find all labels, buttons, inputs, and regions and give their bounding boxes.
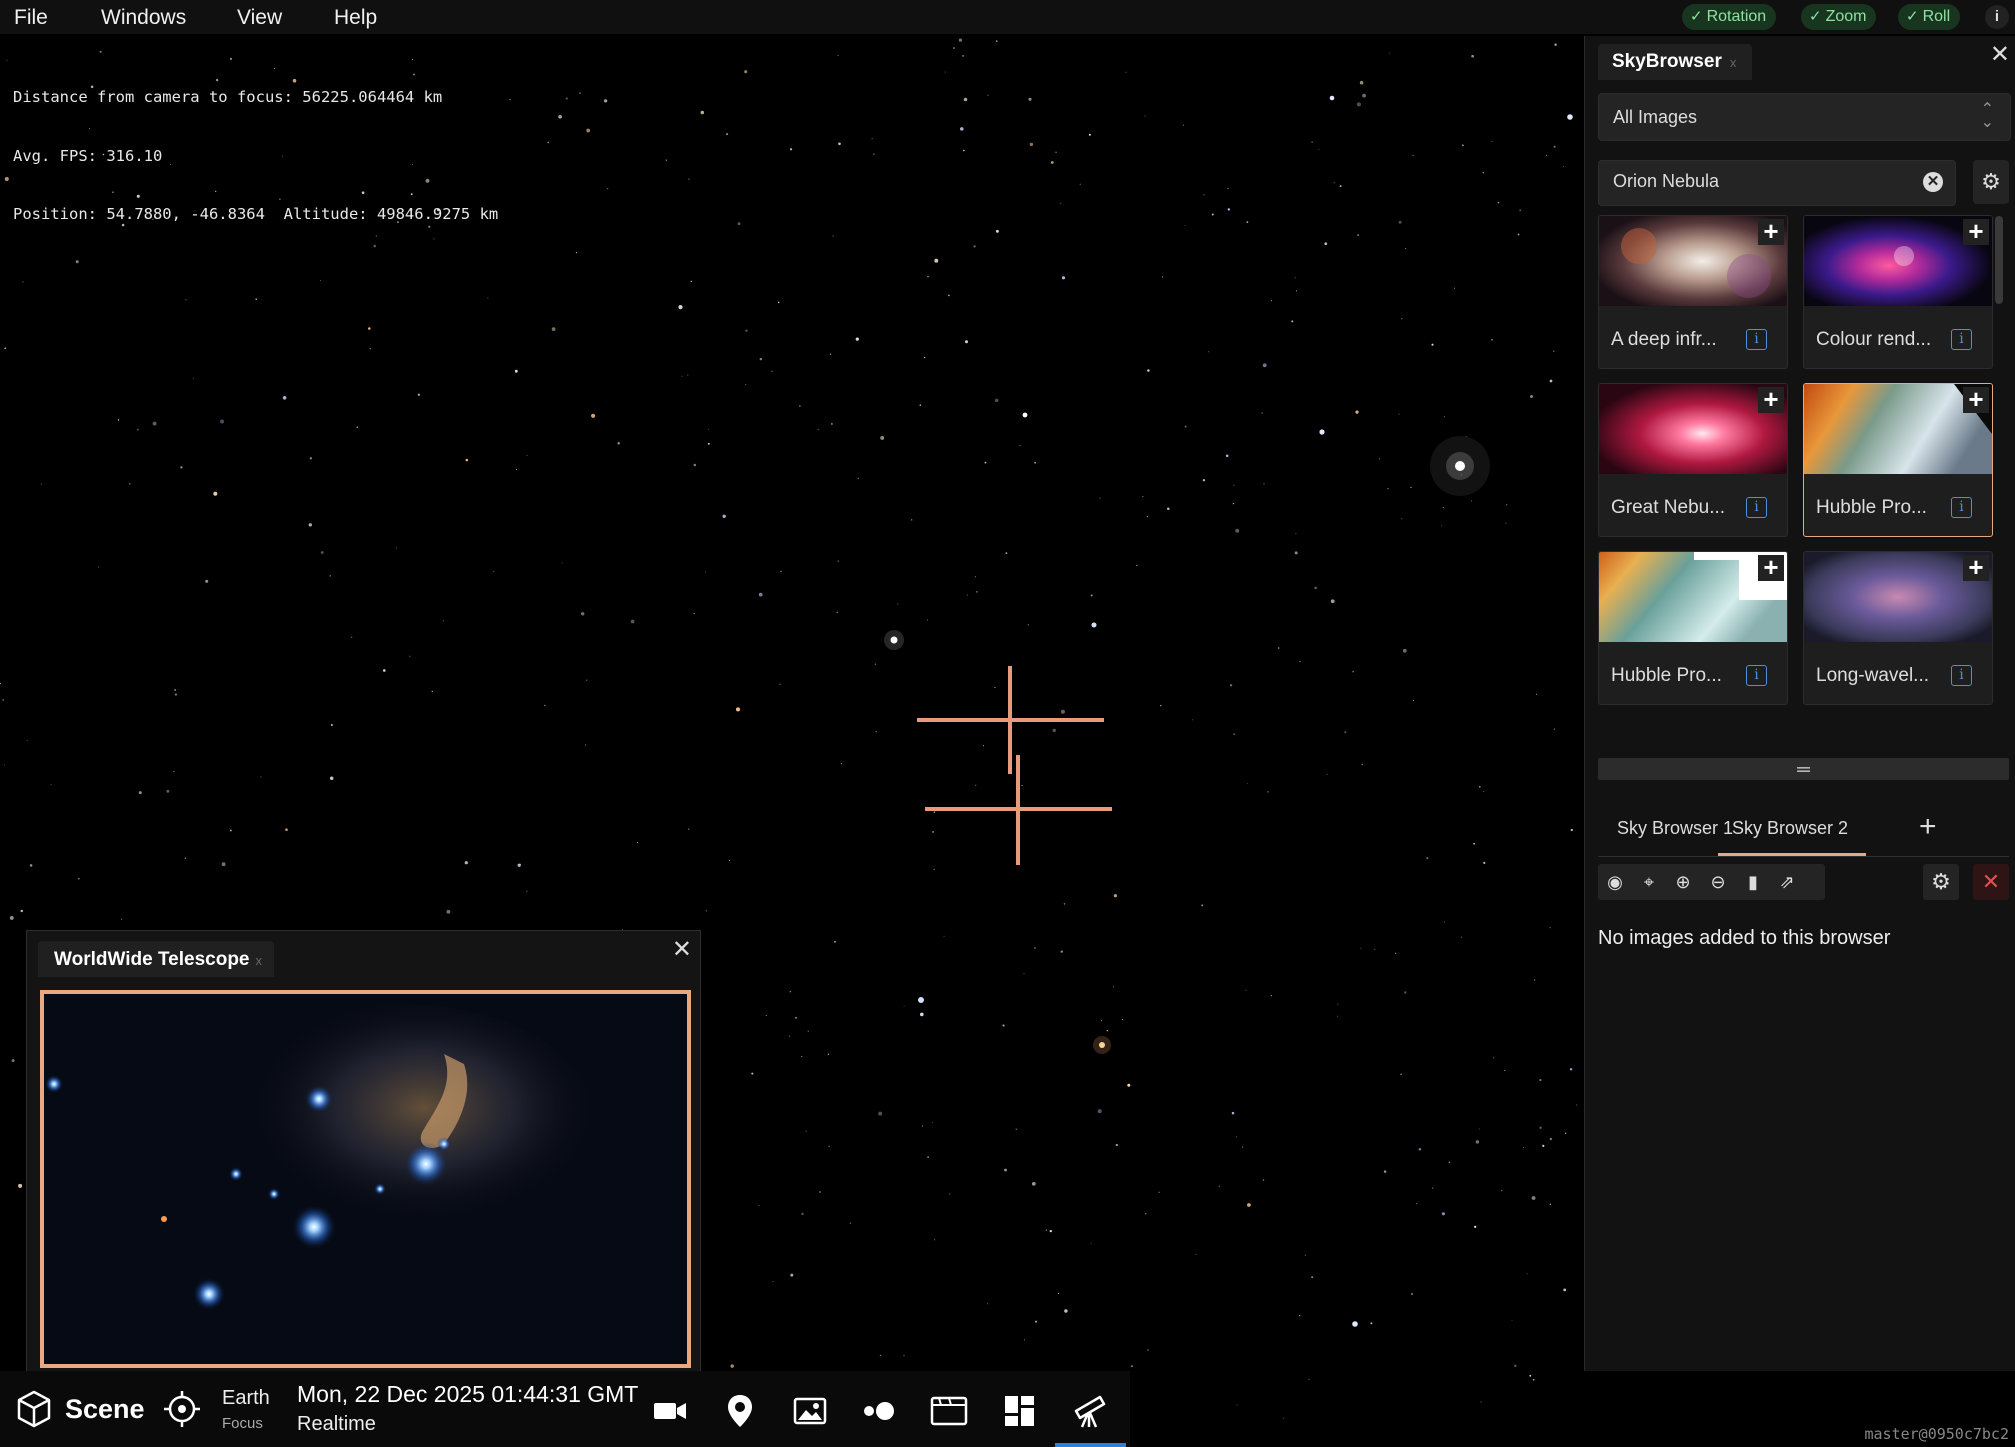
check-icon: ✓ [1809,8,1822,25]
eye-icon[interactable]: ◉ [1598,864,1632,900]
wwt-close-icon[interactable]: ✕ [672,935,692,964]
camera-icon[interactable] [650,1391,690,1431]
settings-gear-icon[interactable]: ⚙ [1973,160,2009,204]
image-card-label: A deep infr... [1611,329,1717,350]
rotation-toggle-label: Rotation [1706,8,1767,25]
panel-close-icon[interactable]: ✕ [1990,40,2010,69]
image-filter-value: All Images [1613,107,1698,127]
add-browser-icon[interactable]: + [1919,810,1937,844]
check-icon: ✓ [1906,8,1919,25]
browser-tabs: Sky Browser 1 Sky Browser 2 + [1598,808,2009,857]
tab-sky-browser-1[interactable]: Sky Browser 1 [1617,818,1733,853]
image-info-icon[interactable]: i [1746,665,1767,686]
remove-browser-close-icon[interactable]: ✕ [1973,864,2009,900]
check-icon: ✓ [1690,8,1703,25]
menu-help[interactable]: Help [334,6,377,30]
image-info-icon[interactable]: i [1951,665,1972,686]
image-info-icon[interactable]: i [1951,329,1972,350]
image-list-scrollbar[interactable] [1995,216,2003,304]
wwt-sky-image [44,994,687,1364]
skybrowser-tab[interactable]: SkyBrowser x [1598,44,1753,80]
skybrowser-panel: SkyBrowser x ✕ All Images ⌃⌄ ✕ ⚙ + A deep… [1584,36,2015,1371]
menu-windows[interactable]: Windows [101,6,186,30]
bottom-bar: Scene Earth Focus Mon, 22 Dec 2025 01:44… [0,1371,1130,1447]
add-image-icon[interactable]: + [1758,554,1784,581]
image-card-selected[interactable]: + Hubble Pro... i [1803,383,1993,537]
search-field[interactable]: ✕ [1598,160,1956,206]
dashboard-icon[interactable] [1000,1391,1040,1431]
image-icon[interactable] [790,1391,830,1431]
image-card-label: Great Nebu... [1611,497,1726,518]
roll-toggle-label: Roll [1922,8,1951,25]
image-info-icon[interactable]: i [1746,497,1767,518]
add-image-icon[interactable]: + [1963,554,1989,581]
search-input[interactable] [1611,170,1905,193]
image-card-label: Long-wavel... [1816,665,1930,686]
add-image-icon[interactable]: + [1963,386,1989,413]
menu-file[interactable]: File [14,6,48,30]
tab-close-icon[interactable]: x [256,953,263,968]
time-mode[interactable]: Realtime [297,1413,376,1436]
image-card[interactable]: + Great Nebu... i [1598,383,1788,537]
fps-readout: Avg. FPS: 316.10 [13,146,163,165]
exoplanets-icon[interactable] [858,1391,898,1431]
image-card[interactable]: + Hubble Pro... i [1598,551,1788,705]
updown-chevron-icon: ⌃ ⌄ [1980,101,1994,131]
distance-readout: Distance from camera to focus: 56225.064… [13,88,443,106]
target-crosshair-2-vertical [1016,755,1020,865]
add-image-icon[interactable]: + [1963,218,1989,245]
resize-handle[interactable]: ═ [1598,758,2009,780]
clear-search-icon[interactable]: ✕ [1923,172,1943,192]
roll-toggle[interactable]: ✓ Roll [1898,4,1961,30]
cube-icon[interactable] [16,1389,52,1429]
tab-sky-browser-2[interactable]: Sky Browser 2 [1718,818,1867,856]
menu-view[interactable]: View [237,6,282,30]
trash-icon[interactable]: ▮ [1736,864,1770,900]
external-link-icon[interactable]: ⇗ [1770,864,1804,900]
version-label: master@0950c7bc2 [1864,1425,2010,1443]
active-tab-indicator [1055,1443,1126,1447]
image-card[interactable]: + Long-wavel... i [1803,551,1993,705]
image-card[interactable]: + Colour rend... i [1803,215,1993,369]
rotation-toggle[interactable]: ✓ Rotation [1682,4,1777,30]
image-info-icon[interactable]: i [1951,497,1972,518]
zoom-in-icon[interactable]: ⊕ [1666,864,1700,900]
wwt-tab[interactable]: WorldWide Telescope x [38,941,274,977]
zoom-out-icon[interactable]: ⊖ [1701,864,1735,900]
add-image-icon[interactable]: + [1758,386,1784,413]
zoom-toggle[interactable]: ✓ Zoom [1801,4,1877,30]
wwt-title: WorldWide Telescope [54,949,250,970]
position-readout: Position: 54.7880, -46.8364 Altitude: 49… [13,205,499,223]
center-target-icon[interactable]: ⌖ [1632,864,1666,900]
target-crosshair-vertical [1008,666,1012,774]
image-card-label: Colour rend... [1816,329,1932,350]
menu-bar: File Windows View Help ✓ Rotation ✓ Zoom ✓… [0,0,2015,34]
empty-browser-message: No images added to this browser [1598,927,1891,949]
wwt-view[interactable] [40,990,691,1368]
tab-close-icon[interactable]: x [1730,55,1737,70]
focus-target-icon[interactable] [162,1389,202,1429]
focus-label: Focus [222,1415,263,1432]
date-time[interactable]: Mon, 22 Dec 2025 01:44:31 GMT [297,1381,638,1408]
image-card-label: Hubble Pro... [1816,497,1927,518]
stats-overlay: Distance from camera to focus: 56225.064… [13,49,498,244]
window-icon[interactable] [929,1391,969,1431]
browser-toolbar: ◉ ⌖ ⊕ ⊖ ▮ ⇗ [1598,864,1825,900]
scene-button[interactable]: Scene [65,1394,145,1425]
telescope-icon[interactable] [1070,1391,1110,1431]
focus-name[interactable]: Earth [222,1387,270,1410]
info-icon[interactable]: i [1985,5,2009,29]
pin-icon[interactable] [720,1391,760,1431]
image-filter-select[interactable]: All Images ⌃ ⌄ [1598,93,2011,141]
zoom-toggle-label: Zoom [1825,8,1867,25]
image-info-icon[interactable]: i [1746,329,1767,350]
wwt-panel: WorldWide Telescope x ✕ [26,930,701,1372]
skybrowser-title: SkyBrowser [1612,51,1722,72]
image-card[interactable]: + A deep infr... i [1598,215,1788,369]
browser-settings-gear-icon[interactable]: ⚙ [1923,864,1959,900]
add-image-icon[interactable]: + [1758,218,1784,245]
image-card-label: Hubble Pro... [1611,665,1722,686]
